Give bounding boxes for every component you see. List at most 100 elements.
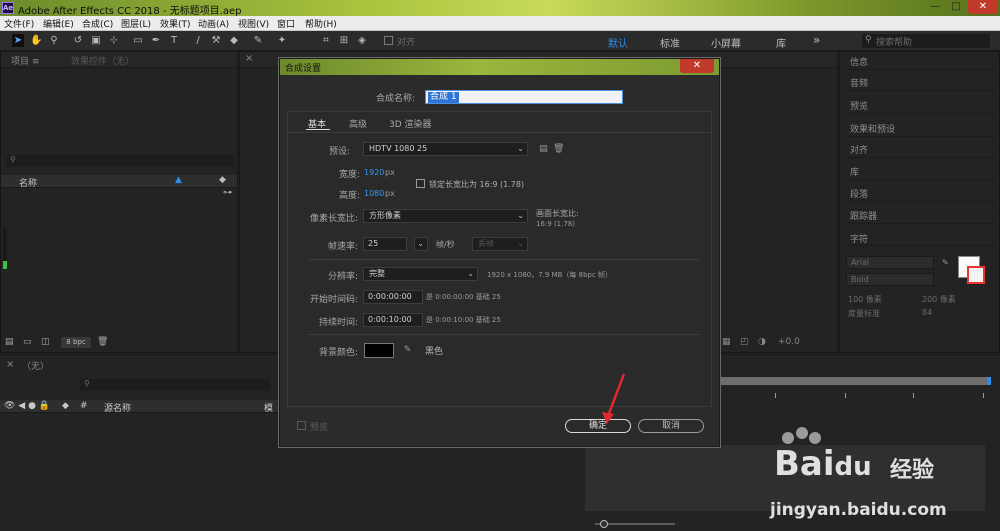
menu-window[interactable]: 窗口 [277, 17, 295, 30]
timeline-tab[interactable]: （无） [22, 359, 49, 372]
resolution-dropdown[interactable]: 完整 ⌄ [363, 267, 478, 281]
toggle-transparency-icon[interactable]: ▦ [722, 337, 731, 347]
dialog-close-button[interactable]: ✕ [680, 59, 714, 73]
timeline-search-input[interactable]: ⚲ [80, 379, 270, 391]
puppet-tool-icon[interactable]: ✦ [276, 34, 288, 47]
eyedropper-icon[interactable]: ✎ [402, 345, 413, 356]
font-size-value[interactable]: 100 像素 [848, 294, 882, 305]
tab-3d-renderer[interactable]: 3D 渲染器 [389, 117, 432, 130]
menu-help[interactable]: 帮助(H) [305, 17, 337, 30]
panel-effects-presets[interactable]: 效果和预设 [844, 119, 994, 137]
maximize-button[interactable]: □ [946, 0, 966, 14]
lock-aspect-checkbox[interactable] [416, 179, 425, 188]
bit-depth-badge[interactable]: 8 bpc [61, 337, 91, 348]
background-color-swatch[interactable] [364, 343, 394, 358]
font-style-dropdown[interactable]: Bold [846, 273, 934, 286]
panel-audio[interactable]: 音频 [844, 73, 994, 91]
start-timecode-input[interactable]: 0:00:00:00 [363, 290, 423, 304]
baidu-watermark: Baidu 经验 jingyan.baidu.com [760, 424, 1000, 531]
workspace-small-screen[interactable]: 小屏幕 [711, 35, 741, 50]
sort-ascending-icon[interactable]: ▲ [175, 175, 182, 185]
tab-effect-controls[interactable]: 效果控件（无） [71, 54, 134, 67]
mode-header[interactable]: 模 [264, 401, 273, 414]
workspace-default[interactable]: 默认 [608, 35, 628, 50]
exposure-value[interactable]: +0.0 [778, 337, 800, 347]
menu-composition[interactable]: 合成(C) [82, 17, 113, 30]
help-search-input[interactable]: ⚲ 搜索帮助 [862, 34, 990, 48]
camera-tool-icon[interactable]: ▣ [90, 34, 102, 47]
source-name-header[interactable]: 源名称 [104, 401, 131, 414]
menu-effect[interactable]: 效果(T) [160, 17, 191, 30]
column-name-header[interactable]: 名称 [19, 176, 37, 189]
menu-view[interactable]: 视图(V) [238, 17, 269, 30]
rotate-tool-icon[interactable]: ↺ [72, 34, 84, 47]
brush-tool-icon[interactable]: / [192, 34, 204, 47]
frame-rate-dropdown[interactable]: ⌄ [414, 237, 428, 251]
flowchart-icon[interactable]: ⊶ [223, 188, 232, 198]
channel-icon[interactable]: ◑ [758, 337, 766, 347]
height-value[interactable]: 1080 [364, 189, 384, 198]
view-axis-icon[interactable]: ◈ [356, 34, 368, 47]
composition-name-input[interactable]: 合成 1 [425, 90, 623, 104]
panel-library[interactable]: 库 [844, 162, 994, 180]
3d-view-icon[interactable]: ◰ [740, 337, 749, 347]
world-axis-icon[interactable]: ⊞ [338, 34, 350, 47]
pen-tool-icon[interactable]: ✒ [150, 34, 162, 47]
font-family-dropdown[interactable]: Arial [846, 256, 934, 269]
hand-tool-icon[interactable]: ✋ [30, 34, 42, 47]
menu-animation[interactable]: 动画(A) [198, 17, 229, 30]
eraser-tool-icon[interactable]: ◆ [228, 34, 240, 47]
menu-file[interactable]: 文件(F) [4, 17, 34, 30]
workspace-library[interactable]: 库 [776, 35, 786, 50]
stroke-color-swatch[interactable] [967, 266, 985, 284]
roto-brush-tool-icon[interactable]: ✎ [252, 34, 264, 47]
panel-preview[interactable]: 预览 [844, 96, 994, 114]
align-checkbox[interactable] [384, 36, 393, 45]
pixel-aspect-dropdown[interactable]: 方形像素 ⌄ [363, 209, 528, 223]
new-folder-icon[interactable]: ▭ [23, 337, 32, 347]
cancel-button[interactable]: 取消 [638, 419, 704, 433]
interpret-footage-icon[interactable]: ▤ [5, 337, 14, 347]
close-window-button[interactable]: ✕ [968, 0, 998, 14]
panel-character-header[interactable]: 字符 [844, 230, 994, 246]
eyedropper-icon[interactable]: ✎ [942, 258, 949, 267]
preset-dropdown[interactable]: HDTV 1080 25 ⌄ [363, 142, 528, 156]
panel-align[interactable]: 对齐 [844, 140, 994, 158]
zoom-slider-handle[interactable] [600, 520, 608, 528]
tab-project[interactable]: 项目 ≡ [11, 54, 39, 67]
window-title: Adobe After Effects CC 2018 - 无标题项目.aep [18, 6, 242, 17]
width-value[interactable]: 1920 [364, 168, 384, 177]
frame-rate-input[interactable]: 25 [363, 237, 407, 251]
workspace-standard[interactable]: 标准 [660, 35, 680, 50]
panel-info[interactable]: 信息 [844, 52, 994, 70]
close-timeline-tab-icon[interactable]: × [6, 359, 14, 370]
menu-edit[interactable]: 编辑(E) [43, 17, 74, 30]
tab-advanced[interactable]: 高级 [349, 117, 367, 130]
delete-preset-icon[interactable]: 🗑 [553, 144, 564, 155]
tracking-value[interactable]: 84 [922, 308, 932, 317]
project-search-input[interactable]: ⚲ [6, 155, 234, 167]
close-tab-icon[interactable]: × [245, 53, 253, 64]
duration-input[interactable]: 0:00:10:00 [363, 313, 423, 327]
work-area-bar[interactable] [715, 377, 991, 385]
label-icon[interactable]: ◆ [62, 401, 69, 411]
av-switches-icon[interactable]: 👁 ◀ ● 🔒 [4, 401, 50, 411]
clone-stamp-tool-icon[interactable]: ⚒ [210, 34, 222, 47]
label-tag-icon[interactable]: ◆ [219, 175, 226, 185]
panel-tracker[interactable]: 跟踪器 [844, 206, 994, 224]
minimize-button[interactable]: — [925, 0, 945, 14]
rectangle-tool-icon[interactable]: ▭ [132, 34, 144, 47]
pan-behind-tool-icon[interactable]: ⊹ [108, 34, 120, 47]
workspace-more-icon[interactable]: » [813, 33, 820, 47]
type-tool-icon[interactable]: T [168, 34, 180, 47]
selection-tool-icon[interactable]: ➤ [12, 34, 24, 47]
menu-layer[interactable]: 图层(L) [121, 17, 151, 30]
save-preset-icon[interactable]: ▤ [538, 144, 549, 155]
panel-paragraph[interactable]: 段落 [844, 184, 994, 202]
zoom-tool-icon[interactable]: ⚲ [48, 34, 60, 47]
leading-value[interactable]: 200 像素 [922, 294, 956, 305]
new-composition-icon[interactable]: ◫ [41, 337, 50, 347]
local-axis-icon[interactable]: ⌗ [320, 34, 332, 47]
trash-icon[interactable]: 🗑 [97, 337, 108, 347]
kerning-value[interactable]: 度量标准 [848, 308, 880, 319]
